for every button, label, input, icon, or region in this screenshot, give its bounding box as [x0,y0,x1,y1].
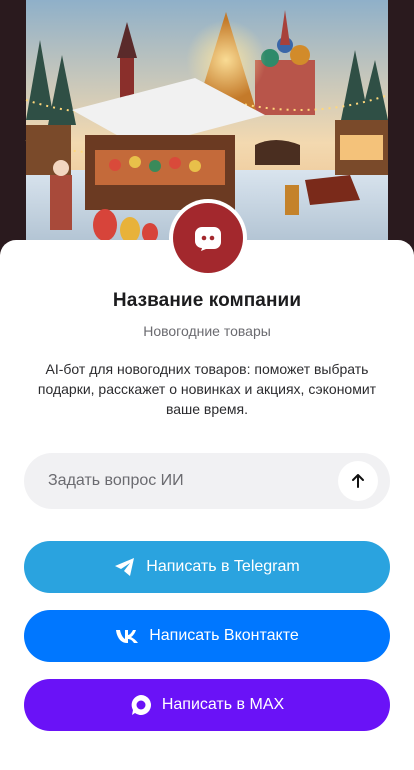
chat-bot-icon [173,203,243,273]
vk-button-label: Написать Вконтакте [149,627,299,644]
send-button[interactable] [338,461,378,501]
telegram-button[interactable]: Написать в Telegram [24,541,390,593]
vk-button[interactable]: Написать Вконтакте [24,610,390,662]
ask-ai-field [24,453,390,509]
vk-icon [115,628,139,644]
telegram-icon [114,557,136,577]
company-logo [169,199,247,277]
company-description: AI-бот для новогодних товаров: поможет в… [37,361,377,417]
company-subtitle: Новогодние товары [143,323,271,339]
max-icon [130,694,152,716]
telegram-button-label: Написать в Telegram [146,558,300,575]
ask-ai-input[interactable] [48,453,348,509]
company-name: Название компании [112,290,302,311]
arrow-up-icon [352,474,364,488]
max-button[interactable]: Написать в MAX [24,679,390,731]
max-button-label: Написать в MAX [161,696,285,713]
